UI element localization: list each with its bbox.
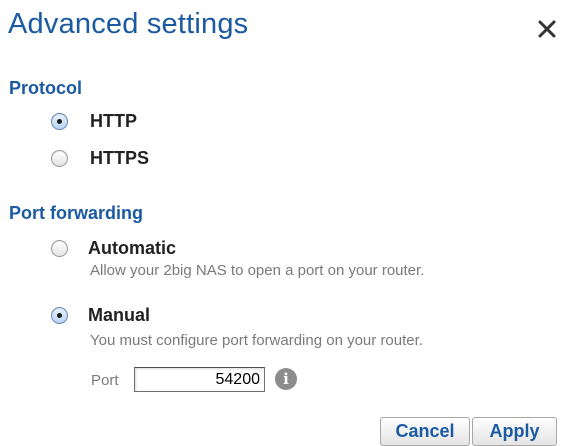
- dialog-title: Advanced settings: [8, 8, 249, 40]
- automatic-description: Allow your 2big NAS to open a port on yo…: [90, 262, 425, 279]
- apply-button[interactable]: Apply: [472, 417, 557, 446]
- manual-radio[interactable]: [51, 307, 68, 324]
- automatic-radio[interactable]: [51, 240, 68, 257]
- automatic-label[interactable]: Automatic: [88, 238, 176, 259]
- http-radio[interactable]: [51, 113, 68, 130]
- advanced-settings-dialog: Advanced settings Protocol HTTP HTTPS Po…: [0, 0, 563, 446]
- port-option-automatic[interactable]: Automatic: [51, 238, 176, 259]
- protocol-heading: Protocol: [9, 78, 83, 98]
- manual-description: You must configure port forwarding on yo…: [90, 332, 423, 349]
- port-forwarding-heading: Port forwarding: [9, 203, 143, 223]
- protocol-option-http[interactable]: HTTP: [51, 111, 137, 132]
- protocol-option-https[interactable]: HTTPS: [51, 148, 149, 169]
- port-label: Port: [91, 372, 119, 389]
- https-label[interactable]: HTTPS: [90, 148, 149, 169]
- http-label[interactable]: HTTP: [90, 111, 137, 132]
- info-icon[interactable]: i: [275, 368, 297, 390]
- cancel-button[interactable]: Cancel: [380, 417, 470, 446]
- https-radio[interactable]: [51, 150, 68, 167]
- manual-label[interactable]: Manual: [88, 305, 150, 326]
- port-input[interactable]: [134, 367, 265, 392]
- port-option-manual[interactable]: Manual: [51, 305, 150, 326]
- close-icon[interactable]: [534, 16, 560, 42]
